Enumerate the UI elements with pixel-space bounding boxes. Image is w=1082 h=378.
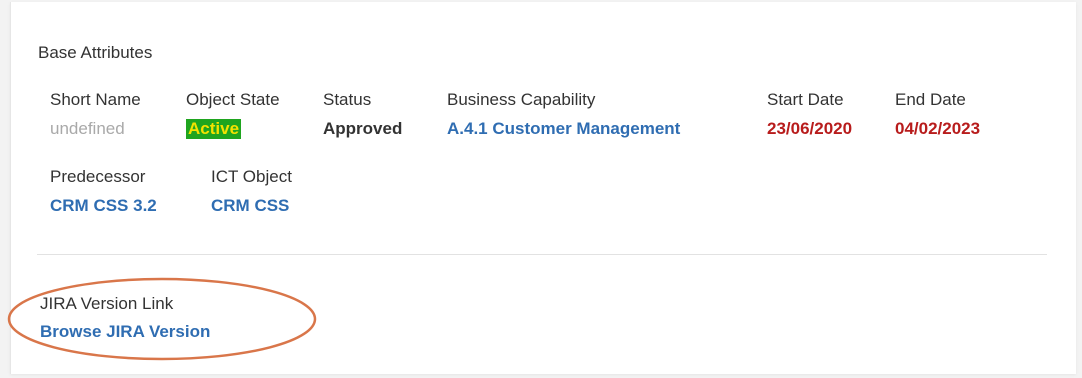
field-start-date: Start Date 23/06/2020 — [767, 90, 852, 139]
start-date-value: 23/06/2020 — [767, 119, 853, 138]
ict-object-link[interactable]: CRM CSS — [211, 196, 292, 216]
end-date-label: End Date — [895, 90, 966, 109]
end-date-value: 04/02/2023 — [895, 119, 981, 138]
field-business-capability: Business Capability A.4.1 Customer Manag… — [447, 90, 680, 139]
start-date-label: Start Date — [767, 90, 844, 109]
object-state-badge: Active — [186, 119, 242, 139]
business-capability-label: Business Capability — [447, 90, 596, 109]
predecessor-link[interactable]: CRM CSS 3.2 — [50, 196, 157, 216]
business-capability-link[interactable]: A.4.1 Customer Management — [447, 119, 680, 139]
ict-object-label: ICT Object — [211, 167, 292, 186]
field-status: Status Approved — [323, 90, 402, 139]
short-name-label: Short Name — [50, 90, 141, 109]
section-divider — [37, 254, 1047, 255]
short-name-value: undefined — [50, 119, 125, 138]
field-ict-object: ICT Object CRM CSS — [211, 167, 292, 216]
section-title: Base Attributes — [38, 43, 153, 62]
status-label: Status — [323, 90, 372, 109]
field-predecessor: Predecessor CRM CSS 3.2 — [50, 167, 157, 216]
highlight-annotation-ellipse — [7, 277, 317, 361]
field-object-state: Object State Active — [186, 90, 280, 139]
field-end-date: End Date 04/02/2023 — [895, 90, 980, 139]
predecessor-label: Predecessor — [50, 167, 146, 186]
status-value: Approved — [323, 119, 403, 138]
object-state-label: Object State — [186, 90, 280, 109]
field-short-name: Short Name undefined — [50, 90, 141, 139]
